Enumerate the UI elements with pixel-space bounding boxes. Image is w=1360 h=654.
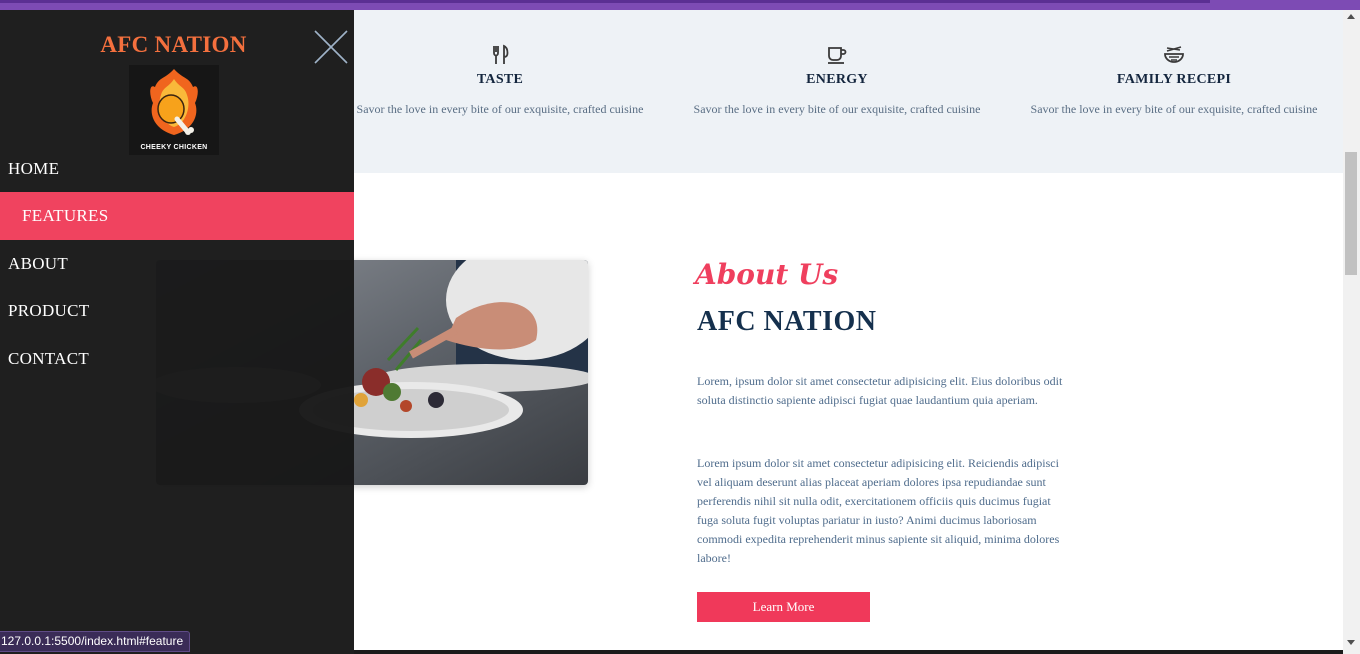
feature-card-taste: TASTE Savor the love in every bite of ou… <box>350 44 650 119</box>
page-scrollbar[interactable] <box>1343 10 1360 654</box>
nav-item-label: PRODUCT <box>8 301 90 320</box>
scrollbar-thumb[interactable] <box>1345 152 1357 275</box>
feature-card-family-recipe: FAMILY RECEPI Savor the love in every bi… <box>1024 44 1324 119</box>
learn-more-button[interactable]: Learn More <box>697 592 870 622</box>
nav-item-about[interactable]: ABOUT <box>0 240 354 288</box>
about-tagline: About Us <box>695 258 839 291</box>
noodle-bowl-icon <box>1164 46 1184 63</box>
browser-top-strip <box>0 0 1360 10</box>
about-paragraph: Lorem, ipsum dolor sit amet consectetur … <box>697 374 1063 407</box>
feature-title: FAMILY RECEPI <box>1116 72 1232 87</box>
page-bottom-edge <box>354 650 1343 654</box>
close-icon[interactable] <box>313 29 349 65</box>
feature-description: Savor the love in every bite of our exqu… <box>1030 102 1318 116</box>
nav-item-label: CONTACT <box>8 349 90 368</box>
nav-item-label: HOME <box>8 159 60 178</box>
nav-item-label: FEATURES <box>22 206 109 225</box>
feature-title: TASTE <box>476 72 524 87</box>
scroll-up-arrow-icon[interactable] <box>1347 14 1355 19</box>
nav-item-label: ABOUT <box>8 254 69 273</box>
side-menu-overlay: AFC NATION CHEEKY CHICKEN HOME FEATURES … <box>0 10 354 654</box>
feature-description: Savor the love in every bite of our exqu… <box>693 102 981 116</box>
browser-top-strip-inner <box>0 0 1210 3</box>
feature-title: ENERGY <box>806 72 868 87</box>
feature-description: Savor the love in every bite of our exqu… <box>356 102 644 116</box>
feature-card-energy: ENERGY Savor the love in every bite of o… <box>687 44 987 119</box>
flame-chicken-icon <box>150 69 198 135</box>
nav-item-features[interactable]: FEATURES <box>0 192 354 240</box>
cheeky-chicken-logo[interactable]: CHEEKY CHICKEN <box>129 65 219 155</box>
nav-item-contact[interactable]: CONTACT <box>0 335 354 383</box>
nav-item-home[interactable]: HOME <box>0 145 354 193</box>
menu-brand-title: AFC NATION <box>100 32 247 57</box>
nav-item-product[interactable]: PRODUCT <box>0 287 354 335</box>
about-title: AFC NATION <box>697 306 877 337</box>
about-paragraph: Lorem ipsum dolor sit amet consectetur a… <box>697 456 1060 565</box>
link-status-url: 127.0.0.1:5500/index.html#feature <box>0 631 191 652</box>
coffee-cup-icon <box>828 47 847 64</box>
scroll-down-arrow-icon[interactable] <box>1347 640 1355 645</box>
utensils-icon <box>493 44 509 64</box>
